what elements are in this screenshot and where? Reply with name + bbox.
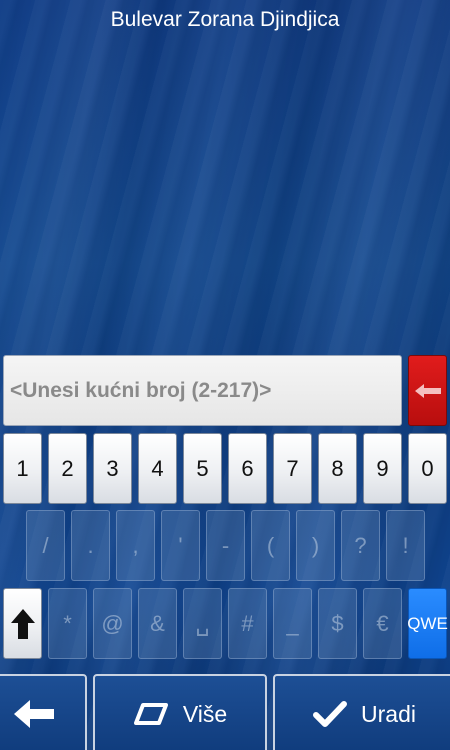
back-arrow-icon [13, 700, 54, 728]
key-4[interactable]: 4 [138, 433, 177, 504]
key-6[interactable]: 6 [228, 433, 267, 504]
shift-arrow-icon [10, 608, 35, 639]
key-at: @ [93, 588, 132, 659]
key-asterisk: * [48, 588, 87, 659]
key-hash: # [228, 588, 267, 659]
key-dollar: $ [318, 588, 357, 659]
more-shape-icon [133, 703, 168, 725]
key-slash: / [26, 510, 65, 581]
key-period: . [71, 510, 110, 581]
backspace-arrow-icon [414, 383, 441, 398]
key-3[interactable]: 3 [93, 433, 132, 504]
key-underscore: _ [273, 588, 312, 659]
key-0[interactable]: 0 [408, 433, 447, 504]
key-2[interactable]: 2 [48, 433, 87, 504]
key-8[interactable]: 8 [318, 433, 357, 504]
key-5[interactable]: 5 [183, 433, 222, 504]
key-ampersand: & [138, 588, 177, 659]
key-comma: , [116, 510, 155, 581]
key-space: ␣ [183, 588, 222, 659]
key-euro: € [363, 588, 402, 659]
done-button[interactable]: Uradi [273, 674, 450, 750]
backspace-button[interactable] [408, 355, 447, 426]
house-number-field[interactable] [3, 355, 402, 426]
key-question: ? [341, 510, 380, 581]
back-button[interactable] [0, 674, 87, 750]
key-7[interactable]: 7 [273, 433, 312, 504]
key-close-paren: ) [296, 510, 335, 581]
key-1[interactable]: 1 [3, 433, 42, 504]
street-title: Bulevar Zorana Djindjica [110, 8, 340, 31]
shift-key[interactable] [3, 588, 42, 659]
key-exclamation: ! [386, 510, 425, 581]
done-label: Uradi [361, 700, 416, 727]
house-number-input[interactable] [4, 356, 401, 425]
key-9[interactable]: 9 [363, 433, 402, 504]
more-button[interactable]: Više [93, 674, 267, 750]
more-label: Više [182, 700, 228, 727]
checkmark-icon [313, 701, 348, 727]
key-hyphen: - [206, 510, 245, 581]
key-open-paren: ( [251, 510, 290, 581]
qwe-layout-key[interactable]: QWE [407, 588, 448, 659]
key-apostrophe: ' [161, 510, 200, 581]
